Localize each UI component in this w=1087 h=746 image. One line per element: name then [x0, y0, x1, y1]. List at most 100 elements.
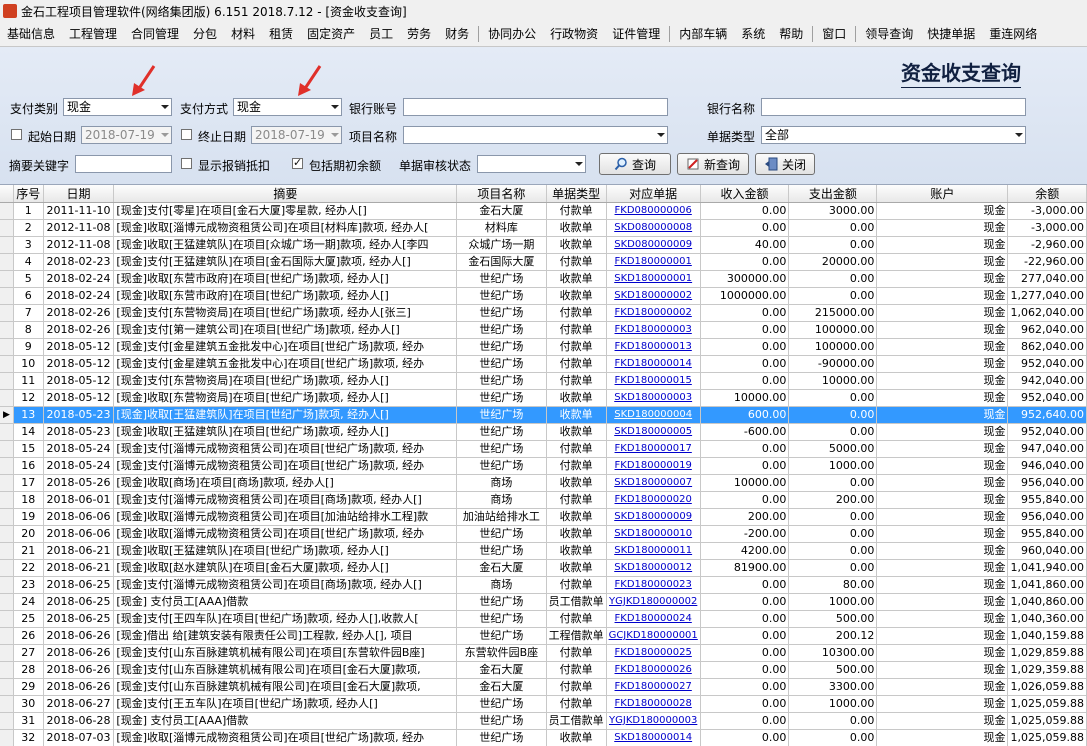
doc-link[interactable]: FKD180000013 — [606, 338, 701, 356]
table-row[interactable]: 14 2018-05-23 [现金]收取[王猛建筑队]在项目[世纪广场]款项, 经办… — [0, 423, 1087, 441]
row-indicator[interactable] — [0, 457, 15, 475]
menu-item[interactable]: 合同管理 — [124, 23, 186, 45]
menu-item[interactable]: 窗口 — [815, 23, 853, 45]
doc-link[interactable]: FKD180000003 — [606, 321, 701, 339]
doc-link[interactable]: SKD080000009 — [606, 236, 701, 254]
doc-type-select[interactable]: 全部 — [761, 126, 1026, 144]
doc-link[interactable]: FKD180000026 — [606, 661, 701, 679]
table-row[interactable]: 5 2018-02-24 [现金]收取[东营市政府]在项目[世纪广场]款项, 经办人… — [0, 270, 1087, 288]
doc-link[interactable]: SKD180000001 — [606, 270, 701, 288]
row-indicator[interactable] — [0, 627, 15, 645]
row-indicator[interactable] — [0, 678, 15, 696]
pay-category-select[interactable]: 现金 — [63, 98, 172, 116]
menu-item[interactable]: 材料 — [224, 23, 262, 45]
menu-item[interactable]: 内部车辆 — [672, 23, 734, 45]
end-date-picker[interactable]: 2018-07-19 — [251, 126, 342, 144]
doc-link[interactable]: SKD180000010 — [606, 525, 701, 543]
new-query-button[interactable]: 新查询 — [677, 153, 749, 175]
row-indicator[interactable] — [0, 525, 15, 543]
end-date-checkbox[interactable] — [181, 129, 192, 140]
table-row[interactable]: 7 2018-02-26 [现金]支付[东营物资局]在项目[世纪广场]款项, 经办人… — [0, 304, 1087, 322]
row-indicator[interactable] — [0, 253, 15, 271]
doc-link[interactable]: SKD180000012 — [606, 559, 701, 577]
table-row[interactable]: 6 2018-02-24 [现金]收取[东营市政府]在项目[世纪广场]款项, 经办人… — [0, 287, 1087, 305]
column-header[interactable]: 单据类型 — [546, 185, 607, 203]
table-row[interactable]: 15 2018-05-24 [现金]支付[淄博元成物资租赁公司]在项目[世纪广场]款… — [0, 440, 1087, 458]
bank-name-input[interactable] — [761, 98, 1026, 116]
menu-item[interactable]: 分包 — [186, 23, 224, 45]
table-row[interactable]: 23 2018-06-25 [现金]支付[淄博元成物资租赁公司]在项目[商场]款项,… — [0, 576, 1087, 594]
row-indicator[interactable] — [0, 304, 15, 322]
doc-link[interactable]: FKD180000020 — [606, 491, 701, 509]
menu-item[interactable]: 领导查询 — [858, 23, 920, 45]
row-indicator[interactable] — [0, 712, 15, 730]
project-name-select[interactable] — [403, 126, 668, 144]
table-row[interactable]: 30 2018-06-27 [现金]支付[王五车队]在项目[世纪广场]款项, 经办人… — [0, 695, 1087, 713]
row-indicator[interactable] — [0, 729, 15, 746]
menu-item[interactable]: 系统 — [734, 23, 772, 45]
column-header[interactable]: 余额 — [1007, 185, 1087, 203]
menu-item[interactable]: 证件管理 — [605, 23, 667, 45]
doc-link[interactable]: FKD180000028 — [606, 695, 701, 713]
row-indicator[interactable] — [0, 644, 15, 662]
table-row[interactable]: 18 2018-06-01 [现金]支付[淄博元成物资租赁公司]在项目[商场]款项,… — [0, 491, 1087, 509]
doc-link[interactable]: SKD180000004 — [606, 406, 701, 424]
menu-item[interactable]: 帮助 — [772, 23, 810, 45]
query-button[interactable]: 查询 — [599, 153, 671, 175]
row-indicator[interactable] — [0, 474, 15, 492]
table-row[interactable]: 21 2018-06-21 [现金]收取[王猛建筑队]在项目[世纪广场]款项, 经办… — [0, 542, 1087, 560]
row-indicator[interactable] — [0, 593, 15, 611]
row-indicator[interactable] — [0, 338, 15, 356]
doc-link[interactable]: FKD180000024 — [606, 610, 701, 628]
menu-item[interactable]: 基础信息 — [0, 23, 62, 45]
results-grid[interactable]: 序号 日期 摘要 项目名称 单据类型 对应单据 收入金额 支出金额 账户 余额 1 2011-11-… — [0, 185, 1087, 746]
close-button[interactable]: 关闭 — [755, 153, 815, 175]
doc-link[interactable]: SKD180000002 — [606, 287, 701, 305]
row-indicator[interactable] — [0, 610, 15, 628]
menu-item[interactable]: 固定资产 — [300, 23, 362, 45]
menu-item[interactable]: 劳务 — [400, 23, 438, 45]
doc-link[interactable]: YGJKD180000003 — [606, 712, 701, 730]
doc-link[interactable]: SKD180000009 — [606, 508, 701, 526]
row-indicator[interactable] — [0, 219, 15, 237]
doc-link[interactable]: FKD180000015 — [606, 372, 701, 390]
row-indicator[interactable] — [0, 202, 15, 220]
start-date-picker[interactable]: 2018-07-19 — [81, 126, 172, 144]
menu-item[interactable]: 租赁 — [262, 23, 300, 45]
bank-account-input[interactable] — [403, 98, 668, 116]
table-row[interactable]: 28 2018-06-26 [现金]支付[山东百脉建筑机械有限公司]在项目[金石大厦… — [0, 661, 1087, 679]
row-indicator[interactable] — [0, 576, 15, 594]
row-indicator[interactable] — [0, 661, 15, 679]
table-row[interactable]: 29 2018-06-26 [现金]支付[山东百脉建筑机械有限公司]在项目[金石大厦… — [0, 678, 1087, 696]
row-indicator[interactable] — [0, 287, 15, 305]
column-header[interactable]: 收入金额 — [700, 185, 790, 203]
row-pointer-icon[interactable]: ▶ — [0, 406, 15, 424]
row-indicator[interactable] — [0, 559, 15, 577]
audit-status-select[interactable] — [477, 155, 586, 173]
row-indicator[interactable] — [0, 389, 15, 407]
table-row[interactable]: 20 2018-06-06 [现金]收取[淄博元成物资租赁公司]在项目[世纪广场]款… — [0, 525, 1087, 543]
table-row[interactable]: 24 2018-06-25 [现金] 支付员工[AAA]借款 世纪广场 员工借款单 YGJ… — [0, 593, 1087, 611]
table-row[interactable]: 11 2018-05-12 [现金]支付[东营物资局]在项目[世纪广场]款项, 经办… — [0, 372, 1087, 390]
row-indicator[interactable] — [0, 542, 15, 560]
menu-item[interactable]: 员工 — [362, 23, 400, 45]
show-reimburse-checkbox[interactable] — [181, 158, 192, 169]
table-row[interactable]: ▶ 13 2018-05-23 [现金]收取[王猛建筑队]在项目[世纪广场]款项, 经… — [0, 406, 1087, 424]
menu-item[interactable]: 协同办公 — [481, 23, 543, 45]
menu-item[interactable]: 工程管理 — [62, 23, 124, 45]
column-header[interactable]: 账户 — [876, 185, 1009, 203]
start-date-checkbox[interactable] — [11, 129, 22, 140]
doc-link[interactable]: SKD180000014 — [606, 729, 701, 746]
doc-link[interactable]: FKD080000006 — [606, 202, 701, 220]
pay-method-select[interactable]: 现金 — [233, 98, 342, 116]
doc-link[interactable]: SKD180000007 — [606, 474, 701, 492]
keyword-input[interactable] — [75, 155, 172, 173]
doc-link[interactable]: FKD180000027 — [606, 678, 701, 696]
table-row[interactable]: 1 2011-11-10 [现金]支付[零星]在项目[金石大厦]零星款, 经办人[]… — [0, 202, 1087, 220]
doc-link[interactable]: FKD180000019 — [606, 457, 701, 475]
doc-link[interactable]: SKD180000003 — [606, 389, 701, 407]
doc-link[interactable]: FKD180000023 — [606, 576, 701, 594]
table-row[interactable]: 31 2018-06-28 [现金] 支付员工[AAA]借款 世纪广场 员工借款单 YGJ… — [0, 712, 1087, 730]
doc-link[interactable]: FKD180000002 — [606, 304, 701, 322]
column-header[interactable]: 支出金额 — [788, 185, 878, 203]
